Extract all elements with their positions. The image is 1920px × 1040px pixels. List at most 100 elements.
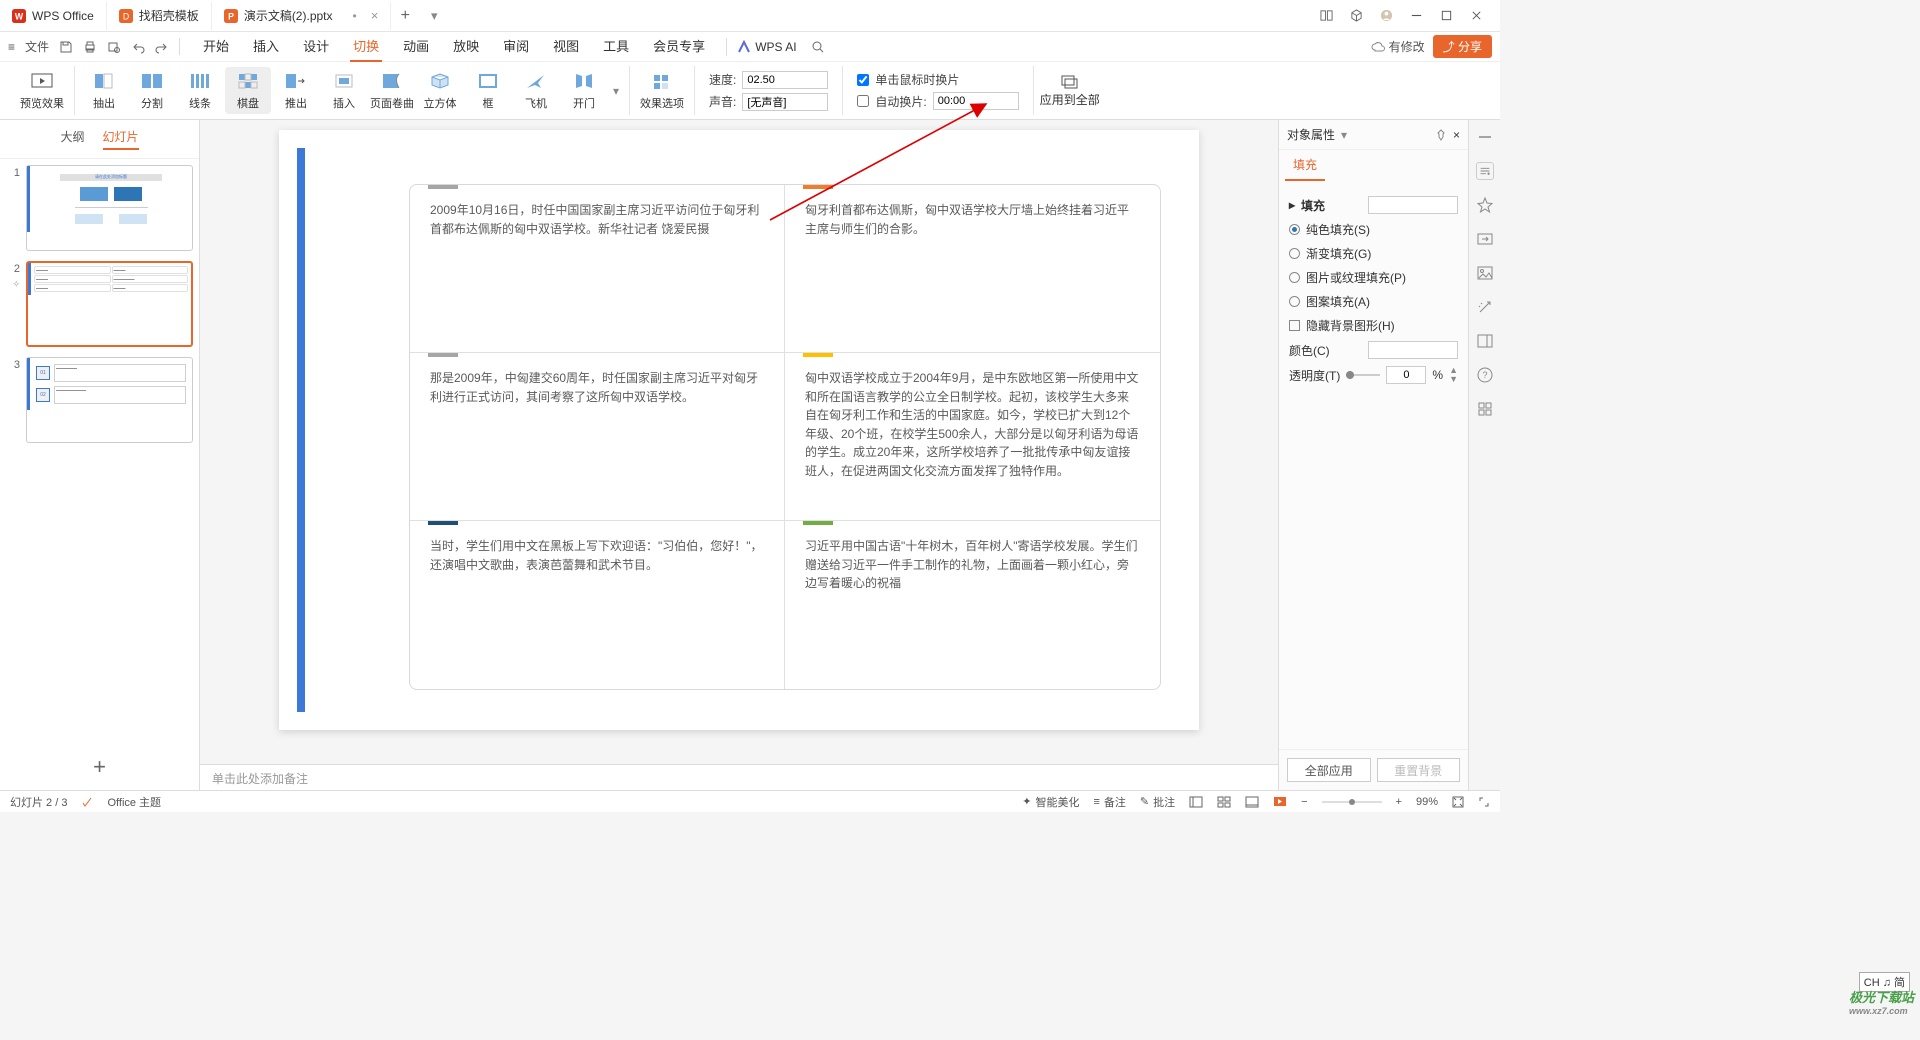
effect-options-button[interactable]: 效果选项 bbox=[636, 67, 688, 114]
avatar-icon[interactable] bbox=[1380, 9, 1410, 22]
close-window-icon[interactable] bbox=[1470, 9, 1500, 22]
apply-all-bg-button[interactable]: 全部应用 bbox=[1287, 758, 1371, 782]
thumbnail-3[interactable]: 01▬▬▬▬▬▬▬02▬▬▬▬▬▬▬▬▬▬ bbox=[26, 357, 193, 443]
tab-add-button[interactable]: + bbox=[391, 7, 419, 25]
menu-start[interactable]: 开始 bbox=[192, 33, 240, 61]
fill-picture-option[interactable]: 图片或纹理填充(P) bbox=[1289, 269, 1458, 286]
trans-cube[interactable]: 立方体 bbox=[417, 67, 463, 114]
opacity-slider[interactable] bbox=[1346, 374, 1380, 376]
rail-star-icon[interactable] bbox=[1476, 196, 1494, 214]
menu-review[interactable]: 审阅 bbox=[492, 33, 540, 61]
minimize-icon[interactable] bbox=[1410, 9, 1440, 22]
save-icon[interactable] bbox=[59, 40, 73, 54]
pin-icon[interactable] bbox=[1435, 129, 1447, 141]
stepper-icon[interactable]: ▲▼ bbox=[1449, 366, 1458, 384]
box-icon[interactable] bbox=[1350, 9, 1380, 22]
share-button[interactable]: ⤴ 分享 bbox=[1433, 35, 1492, 58]
trans-split[interactable]: 分割 bbox=[129, 67, 175, 114]
zoom-value[interactable]: 99% bbox=[1416, 796, 1438, 808]
wps-ai-button[interactable]: WPS AI bbox=[737, 40, 796, 54]
view-normal-icon[interactable] bbox=[1189, 796, 1203, 808]
search-icon[interactable] bbox=[811, 40, 825, 54]
gallery-more-icon[interactable]: ▾ bbox=[609, 84, 623, 98]
menu-transition[interactable]: 切换 bbox=[342, 33, 390, 61]
sound-select[interactable] bbox=[742, 93, 828, 111]
window-snap-icon[interactable] bbox=[1320, 9, 1350, 22]
apply-to-all-button[interactable]: 应用到全部 bbox=[1040, 73, 1100, 108]
menu-design[interactable]: 设计 bbox=[292, 33, 340, 61]
rail-magic-icon[interactable] bbox=[1476, 298, 1494, 316]
radio-solid[interactable] bbox=[1289, 224, 1300, 235]
radio-pattern[interactable] bbox=[1289, 296, 1300, 307]
status-spellcheck[interactable] bbox=[81, 796, 93, 808]
auto-advance-checkbox[interactable] bbox=[857, 95, 869, 107]
menu-member[interactable]: 会员专享 bbox=[642, 33, 716, 61]
speed-input[interactable] bbox=[742, 71, 828, 89]
cell-3[interactable]: 那是2009年，中匈建交60周年，时任国家副主席习近平对匈牙利进行正式访问，其间… bbox=[410, 353, 785, 521]
tab-list-icon[interactable]: ▾ bbox=[419, 8, 449, 24]
preview-effect-button[interactable]: 预览效果 bbox=[16, 67, 68, 114]
thumbnail-1[interactable]: 请在此处添加标题 bbox=[26, 165, 193, 251]
undo-icon[interactable] bbox=[131, 40, 145, 54]
hide-bg-checkbox[interactable] bbox=[1289, 320, 1300, 331]
zoom-slider[interactable] bbox=[1322, 797, 1382, 807]
advance-on-click-checkbox[interactable] bbox=[857, 74, 869, 86]
rpanel-close-icon[interactable]: × bbox=[1453, 128, 1460, 142]
tab-template[interactable]: D 找稻壳模板 bbox=[107, 2, 212, 30]
tab-home[interactable]: W WPS Office bbox=[0, 2, 107, 30]
rail-panel-icon[interactable] bbox=[1476, 332, 1494, 350]
status-smart-beautify[interactable]: ✦智能美化 bbox=[1022, 794, 1079, 810]
chevron-down-icon[interactable]: ▾ bbox=[1341, 128, 1347, 142]
file-menu[interactable]: 文件 bbox=[25, 38, 49, 55]
rail-settings-icon[interactable] bbox=[1476, 162, 1494, 180]
status-notes[interactable]: ≡ 备注 bbox=[1093, 794, 1125, 810]
view-slideshow-icon[interactable] bbox=[1273, 796, 1287, 808]
trans-lines[interactable]: 线条 bbox=[177, 67, 223, 114]
trans-pagecurl[interactable]: 页面卷曲 bbox=[369, 67, 415, 114]
redo-icon[interactable] bbox=[155, 40, 169, 54]
pending-changes[interactable]: 有修改 bbox=[1371, 38, 1425, 55]
rail-arrow-icon[interactable] bbox=[1476, 230, 1494, 248]
print-preview-icon[interactable] bbox=[107, 40, 121, 54]
notes-placeholder[interactable]: 单击此处添加备注 bbox=[200, 764, 1278, 790]
hide-bg-option[interactable]: 隐藏背景图形(H) bbox=[1289, 317, 1458, 334]
cell-5[interactable]: 当时，学生们用中文在黑板上写下欢迎语："习伯伯，您好！"，还演唱中文歌曲，表演芭… bbox=[410, 521, 785, 689]
trans-plane[interactable]: 飞机 bbox=[513, 67, 559, 114]
slides-tab[interactable]: 幻灯片 bbox=[103, 128, 139, 150]
rail-image-icon[interactable] bbox=[1476, 264, 1494, 282]
print-icon[interactable] bbox=[83, 40, 97, 54]
rpanel-tab-fill[interactable]: 填充 bbox=[1285, 150, 1325, 181]
menu-tools[interactable]: 工具 bbox=[592, 33, 640, 61]
add-slide-button[interactable]: + bbox=[0, 744, 199, 790]
cell-6[interactable]: 习近平用中国古语"十年树木，百年树人"寄语学校发展。学生们赠送给习近平一件手工制… bbox=[785, 521, 1160, 689]
maximize-icon[interactable] bbox=[1440, 9, 1470, 22]
zoom-out-icon[interactable]: − bbox=[1301, 796, 1307, 808]
trans-pull[interactable]: 抽出 bbox=[81, 67, 127, 114]
trans-box[interactable]: 框 bbox=[465, 67, 511, 114]
cell-4[interactable]: 匈中双语学校成立于2004年9月，是中东欧地区第一所使用中文和所在国语言教学的公… bbox=[785, 353, 1160, 521]
fill-solid-option[interactable]: 纯色填充(S) bbox=[1289, 221, 1458, 238]
zoom-in-icon[interactable]: + bbox=[1396, 796, 1402, 808]
menu-insert[interactable]: 插入 bbox=[242, 33, 290, 61]
rail-help-icon[interactable]: ? bbox=[1476, 366, 1494, 384]
radio-gradient[interactable] bbox=[1289, 248, 1300, 259]
radio-picture[interactable] bbox=[1289, 272, 1300, 283]
trans-checker[interactable]: 棋盘 bbox=[225, 67, 271, 114]
color-picker[interactable] bbox=[1368, 341, 1458, 359]
auto-advance-time-input[interactable] bbox=[933, 92, 1019, 110]
tab-document[interactable]: P 演示文稿(2).pptx • × bbox=[212, 2, 391, 30]
cell-2[interactable]: 匈牙利首都布达佩斯，匈中双语学校大厅墙上始终挂着习近平主席与师生们的合影。 bbox=[785, 185, 1160, 353]
expand-icon[interactable] bbox=[1478, 796, 1490, 808]
tab-close-icon[interactable]: × bbox=[371, 8, 379, 23]
cell-1[interactable]: 2009年10月16日，时任中国国家副主席习近平访问位于匈牙利首都布达佩斯的匈中… bbox=[410, 185, 785, 353]
status-comments[interactable]: ✎ 批注 bbox=[1140, 794, 1175, 810]
trans-door[interactable]: 开门 bbox=[561, 67, 607, 114]
ime-indicator[interactable]: CH ♫ 简 bbox=[1859, 972, 1910, 992]
fill-pattern-option[interactable]: 图案填充(A) bbox=[1289, 293, 1458, 310]
menu-animation[interactable]: 动画 bbox=[392, 33, 440, 61]
fill-gradient-option[interactable]: 渐变填充(G) bbox=[1289, 245, 1458, 262]
menu-view[interactable]: 视图 bbox=[542, 33, 590, 61]
rail-tools-icon[interactable] bbox=[1476, 400, 1494, 418]
fit-window-icon[interactable] bbox=[1452, 796, 1464, 808]
app-menu-icon[interactable]: ≡ bbox=[8, 40, 15, 54]
